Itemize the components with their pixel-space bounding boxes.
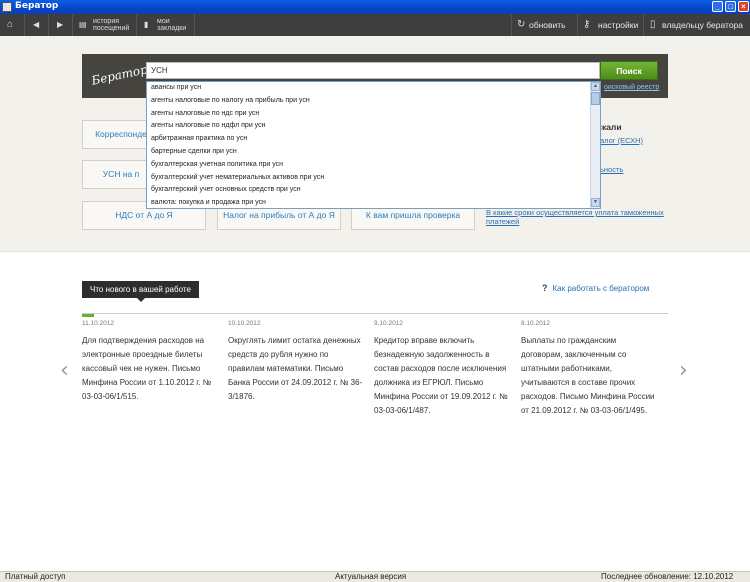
- status-access: Платный доступ: [5, 572, 66, 581]
- news-item[interactable]: 10.10.2012 Округлять лимит остатка денеж…: [228, 320, 363, 404]
- news-date: 9.10.2012: [374, 320, 403, 327]
- news-prev-icon[interactable]: ‹: [60, 358, 69, 383]
- suggestion-item[interactable]: бухгалтерский учет нематериальных активо…: [147, 172, 590, 185]
- suggestion-item[interactable]: агенты налоговые по налогу на прибыль пр…: [147, 95, 590, 108]
- bookmark-icon: ▮: [144, 20, 149, 29]
- bookmarks-button[interactable]: ▮ мои закладки: [137, 14, 195, 36]
- side-link-customs-line2[interactable]: платежей: [486, 217, 519, 226]
- back-button[interactable]: ◀: [25, 14, 49, 36]
- refresh-label: обновить: [529, 20, 566, 30]
- forward-arrow-icon: ▶: [57, 20, 64, 29]
- forward-button[interactable]: ▶: [49, 14, 73, 36]
- suggestion-item[interactable]: бухгалтерский учет основных средств при …: [147, 184, 590, 197]
- owner-label: владельцу бератора: [662, 20, 744, 30]
- back-arrow-icon: ◀: [33, 20, 40, 29]
- side-link-2[interactable]: ьность: [600, 165, 623, 174]
- news-item[interactable]: 8.10.2012 Выплаты по гражданским договор…: [521, 320, 656, 418]
- suggestion-item[interactable]: арбитражная практика по усн: [147, 133, 590, 146]
- suggestion-item[interactable]: валюта: покупка и продажа при усн: [147, 197, 590, 210]
- news-date: 11.10.2012: [82, 320, 115, 327]
- app-icon: [2, 2, 12, 12]
- news-date: 10.10.2012: [228, 320, 261, 327]
- side-link-eshn[interactable]: алог (ЕСХН): [600, 136, 643, 145]
- search-input[interactable]: [146, 62, 600, 79]
- news-text: Выплаты по гражданским договорам, заключ…: [521, 336, 655, 415]
- bookmarks-label-line2: закладки: [157, 25, 187, 32]
- key-icon: ⚷: [583, 19, 591, 30]
- owner-button[interactable]: ▯ владельцу бератора: [643, 14, 750, 36]
- suggestions-scrollbar[interactable]: ▲ ▼: [590, 82, 600, 208]
- news-next-icon[interactable]: ›: [679, 358, 688, 383]
- tab-notch: [137, 298, 145, 302]
- home-button[interactable]: ⌂: [0, 14, 25, 36]
- news-progress-bar: [82, 313, 668, 317]
- history-label-line2: посещений: [93, 25, 130, 32]
- news-progress-fill: [82, 314, 94, 317]
- howto-label: Как работать с бератором: [552, 284, 650, 293]
- refresh-button[interactable]: ↻ обновить: [511, 14, 577, 36]
- history-label-line1: история: [93, 18, 120, 25]
- status-bar: Платный доступ Актуальная версия Последн…: [0, 571, 750, 582]
- search-registry-link[interactable]: оисковый реестр: [604, 84, 659, 91]
- close-button[interactable]: ×: [738, 1, 749, 12]
- news-item[interactable]: 9.10.2012 Кредитор вправе включить безна…: [374, 320, 509, 418]
- window-titlebar: Бератор _ □ ×: [0, 0, 750, 14]
- berator-logo: Бератор: [90, 62, 149, 88]
- news-tab-label: Что нового в вашей работе: [90, 285, 191, 294]
- howto-link[interactable]: ? Как работать с бератором: [542, 283, 649, 293]
- history-button[interactable]: ▤ история посещений: [73, 14, 137, 36]
- maximize-button[interactable]: □: [725, 1, 736, 12]
- home-icon: ⌂: [7, 19, 14, 30]
- window-title: Бератор: [15, 1, 59, 11]
- scroll-thumb[interactable]: [591, 92, 600, 105]
- news-date: 8.10.2012: [521, 320, 550, 327]
- scroll-up-icon[interactable]: ▲: [591, 82, 600, 91]
- settings-label: настройки: [598, 20, 639, 30]
- minimize-button[interactable]: _: [712, 1, 723, 12]
- search-suggestions-dropdown: авансы при усн агенты налоговые по налог…: [146, 81, 601, 209]
- suggestion-item[interactable]: бартерные сделки при усн: [147, 146, 590, 159]
- suggestion-item[interactable]: агенты налоговые по ндфл при усн: [147, 120, 590, 133]
- news-text: Для подтверждения расходов на электронны…: [82, 336, 212, 401]
- settings-button[interactable]: ⚷ настройки: [577, 14, 643, 36]
- question-icon: ?: [542, 283, 548, 293]
- suggestion-item[interactable]: авансы при усн: [147, 82, 590, 95]
- main-toolbar: ⌂ ◀ ▶ ▤ история посещений ▮ мои закладки…: [0, 14, 750, 36]
- status-version: Актуальная версия: [335, 572, 407, 581]
- search-button[interactable]: Поиск: [600, 61, 658, 80]
- scroll-down-icon[interactable]: ▼: [591, 198, 600, 207]
- news-text: Округлять лимит остатка денежных средств…: [228, 336, 363, 401]
- news-tab[interactable]: Что нового в вашей работе: [82, 281, 199, 302]
- refresh-icon: ↻: [517, 19, 526, 30]
- news-text: Кредитор вправе включить безнадежную зад…: [374, 336, 508, 415]
- news-item[interactable]: 11.10.2012 Для подтверждения расходов на…: [82, 320, 217, 404]
- suggestion-item[interactable]: бухгалтерская учетная политика при усн: [147, 159, 590, 172]
- bookmarks-label-line1: мои: [157, 18, 170, 25]
- status-last-update: Последнее обновление: 12.10.2012: [601, 572, 734, 581]
- history-icon: ▤: [79, 20, 87, 29]
- document-icon: ▯: [650, 19, 656, 30]
- suggestion-item[interactable]: агенты налоговые по ндс при усн: [147, 108, 590, 121]
